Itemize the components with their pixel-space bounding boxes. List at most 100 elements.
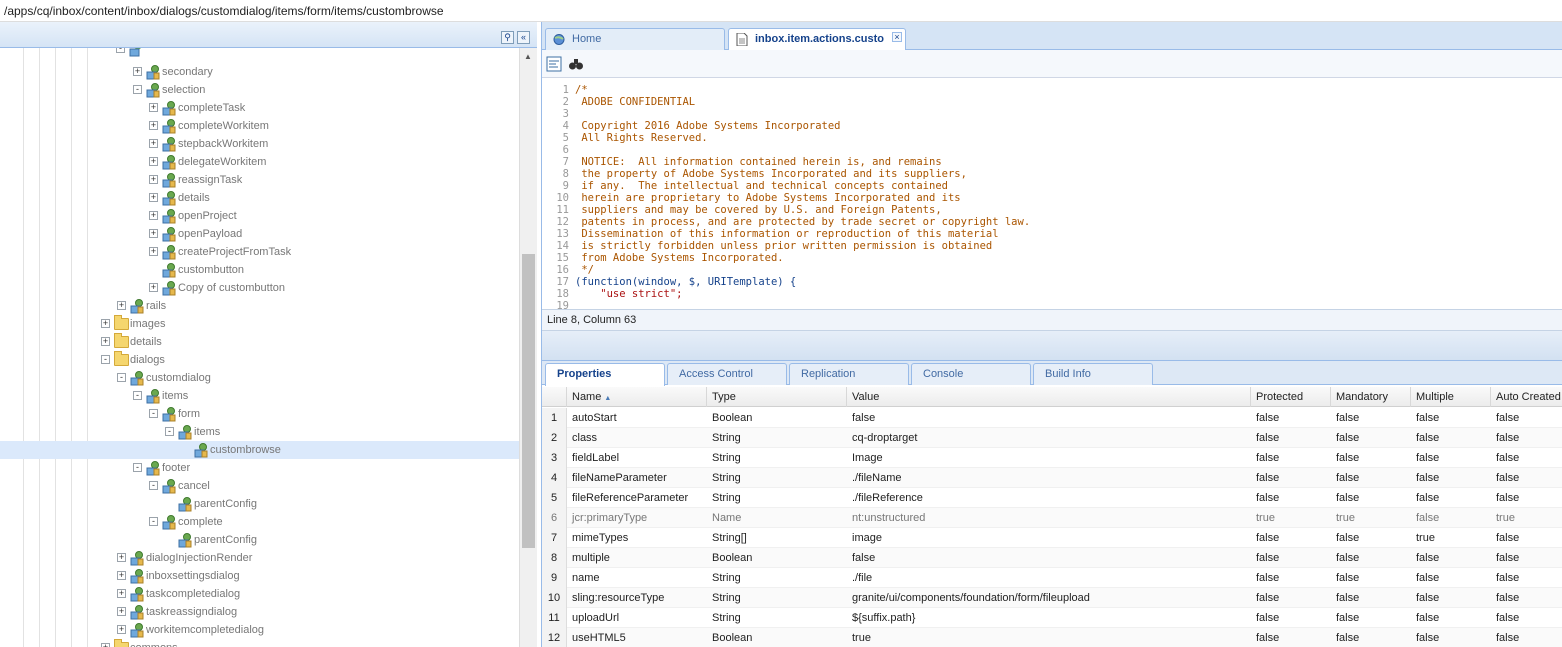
table-cell[interactable]: String: [707, 468, 847, 488]
table-cell[interactable]: false: [1331, 588, 1411, 608]
table-cell[interactable]: false: [847, 408, 1251, 428]
table-row[interactable]: 11 uploadUrl String ${suffix.path} false fals…: [542, 608, 1562, 628]
table-cell[interactable]: false: [1251, 628, 1331, 647]
table-cell[interactable]: image: [847, 528, 1251, 548]
table-cell[interactable]: false: [1331, 428, 1411, 448]
table-cell[interactable]: false: [1491, 428, 1562, 448]
table-cell[interactable]: false: [1491, 628, 1562, 647]
path-bar[interactable]: /apps/cq/inbox/content/inbox/dialogs/cus…: [0, 0, 1562, 22]
table-cell[interactable]: false: [1251, 528, 1331, 548]
tree-node[interactable]: custombrowse: [0, 441, 519, 459]
expand-icon[interactable]: +: [149, 139, 158, 148]
collapse-node-icon[interactable]: -: [165, 427, 174, 436]
table-cell[interactable]: uploadUrl: [567, 608, 707, 628]
tree-node[interactable]: + createProjectFromTask: [148, 243, 308, 261]
expand-icon[interactable]: +: [117, 553, 126, 562]
table-row[interactable]: 8 multiple Boolean false false false false fals…: [542, 548, 1562, 568]
table-cell[interactable]: false: [1411, 568, 1491, 588]
table-cell[interactable]: false: [1331, 608, 1411, 628]
tree-node-partial[interactable]: -: [112, 48, 192, 58]
table-cell[interactable]: useHTML5: [567, 628, 707, 647]
table-cell[interactable]: false: [1331, 408, 1411, 428]
tree-node[interactable]: + images: [100, 315, 260, 333]
table-cell[interactable]: false: [1411, 508, 1491, 528]
expand-icon[interactable]: +: [117, 589, 126, 598]
table-cell[interactable]: false: [847, 548, 1251, 568]
table-cell[interactable]: fileNameParameter: [567, 468, 707, 488]
table-cell[interactable]: false: [1491, 608, 1562, 628]
tab-access-control[interactable]: Access Control: [667, 363, 787, 385]
table-cell[interactable]: false: [1331, 528, 1411, 548]
table-cell[interactable]: false: [1411, 548, 1491, 568]
table-row[interactable]: 1 autoStart Boolean false false false false fal…: [542, 408, 1562, 428]
tab-file[interactable]: inbox.item.actions.custo ×: [728, 28, 906, 51]
table-cell[interactable]: String: [707, 448, 847, 468]
collapse-node-icon[interactable]: -: [117, 373, 126, 382]
expand-icon[interactable]: +: [117, 607, 126, 616]
tree-node[interactable]: - dialogs: [100, 351, 260, 369]
table-cell[interactable]: String: [707, 568, 847, 588]
table-cell[interactable]: false: [1491, 568, 1562, 588]
tree-node[interactable]: + inboxsettingsdialog: [116, 567, 276, 585]
table-cell[interactable]: class: [567, 428, 707, 448]
table-cell[interactable]: granite/ui/components/foundation/form/fi…: [847, 588, 1251, 608]
column-header-name[interactable]: Name ▲: [567, 387, 707, 407]
table-cell[interactable]: fileReferenceParameter: [567, 488, 707, 508]
table-cell[interactable]: false: [1251, 468, 1331, 488]
table-row[interactable]: 10 sling:resourceType String granite/ui/com…: [542, 588, 1562, 608]
tree-node[interactable]: + dialogInjectionRender: [116, 549, 276, 567]
expand-icon[interactable]: +: [133, 67, 142, 76]
table-cell[interactable]: false: [1411, 608, 1491, 628]
tree-node[interactable]: - customdialog: [116, 369, 276, 387]
table-cell[interactable]: sling:resourceType: [567, 588, 707, 608]
table-cell[interactable]: cq-droptarget: [847, 428, 1251, 448]
column-header-auto-created[interactable]: Auto Created: [1491, 387, 1562, 407]
table-row[interactable]: 3 fieldLabel String Image false false false fal…: [542, 448, 1562, 468]
tree-node[interactable]: + stepbackWorkitem: [148, 135, 308, 153]
table-cell[interactable]: jcr:primaryType: [567, 508, 707, 528]
find-icon[interactable]: ⚲: [501, 31, 514, 44]
collapse-icon[interactable]: «: [517, 31, 530, 44]
table-cell[interactable]: false: [1251, 448, 1331, 468]
table-cell[interactable]: name: [567, 568, 707, 588]
table-cell[interactable]: ./fileName: [847, 468, 1251, 488]
table-cell[interactable]: true: [1411, 528, 1491, 548]
close-tab-icon[interactable]: ×: [892, 32, 902, 42]
expand-icon[interactable]: +: [149, 229, 158, 238]
tree-node[interactable]: - cancel: [148, 477, 308, 495]
expand-icon[interactable]: +: [149, 157, 158, 166]
table-cell[interactable]: false: [1491, 528, 1562, 548]
table-cell[interactable]: false: [1491, 488, 1562, 508]
table-cell[interactable]: ./fileReference: [847, 488, 1251, 508]
table-cell[interactable]: true: [1251, 508, 1331, 528]
table-cell[interactable]: Boolean: [707, 408, 847, 428]
table-cell[interactable]: String: [707, 428, 847, 448]
tree-node[interactable]: - form: [148, 405, 308, 423]
table-cell[interactable]: autoStart: [567, 408, 707, 428]
table-cell[interactable]: false: [1331, 568, 1411, 588]
tree-node[interactable]: - selection: [132, 81, 292, 99]
column-header-value[interactable]: Value: [847, 387, 1251, 407]
table-row[interactable]: 9 name String ./file false false false false: [542, 568, 1562, 588]
scroll-thumb[interactable]: [522, 254, 535, 548]
expand-icon[interactable]: +: [101, 319, 110, 328]
tree-node[interactable]: + delegateWorkitem: [148, 153, 308, 171]
tree-scrollbar[interactable]: ▲: [519, 48, 537, 647]
table-cell[interactable]: String: [707, 488, 847, 508]
tree-node[interactable]: + secondary: [132, 63, 292, 81]
tab-console[interactable]: Console: [911, 363, 1031, 385]
table-row[interactable]: 6 jcr:primaryType Name nt:unstructured true t…: [542, 508, 1562, 528]
column-header-type[interactable]: Type: [707, 387, 847, 407]
table-cell[interactable]: false: [1331, 548, 1411, 568]
table-cell[interactable]: ./file: [847, 568, 1251, 588]
table-cell[interactable]: true: [1331, 508, 1411, 528]
table-cell[interactable]: fieldLabel: [567, 448, 707, 468]
table-cell[interactable]: ${suffix.path}: [847, 608, 1251, 628]
expand-icon[interactable]: +: [149, 103, 158, 112]
tree-node[interactable]: - items: [132, 387, 292, 405]
tree-node[interactable]: - items: [164, 423, 324, 441]
tree-node[interactable]: parentConfig: [164, 495, 324, 513]
table-cell[interactable]: false: [1491, 468, 1562, 488]
collapse-node-icon[interactable]: -: [149, 481, 158, 490]
table-row[interactable]: 4 fileNameParameter String ./fileName false f…: [542, 468, 1562, 488]
